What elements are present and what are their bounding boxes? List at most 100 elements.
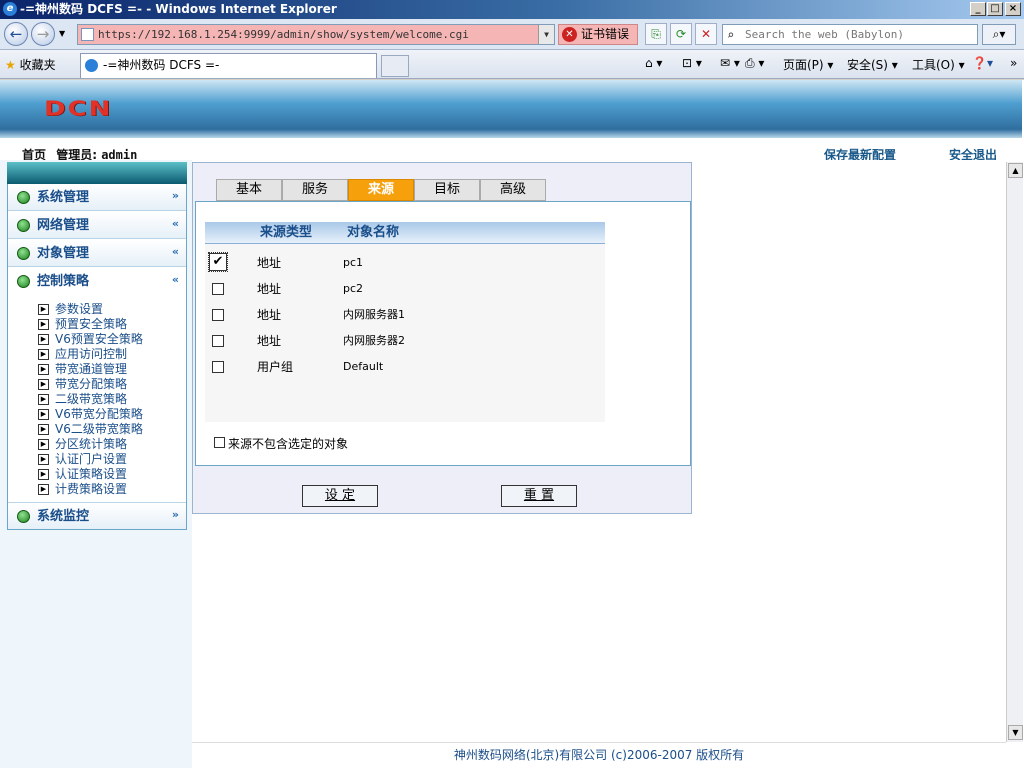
- info-bar: 首页 管理员: admin 保存最新配置 安全退出: [0, 138, 1022, 162]
- exclude-checkbox[interactable]: [214, 437, 225, 448]
- mail-icon[interactable]: ✉ ▾: [720, 56, 740, 70]
- tab-basic[interactable]: 基本: [216, 179, 282, 201]
- search-icon: ⌕: [727, 28, 735, 42]
- sidebar-group-label: 系统管理: [37, 190, 90, 205]
- favorites-button[interactable]: ★ 收藏夹: [5, 56, 56, 73]
- sidebar-group-network[interactable]: 网络管理 «: [8, 212, 186, 239]
- sidebar-item[interactable]: ▶ V6二级带宽策略: [38, 422, 143, 437]
- back-button[interactable]: ←: [4, 22, 28, 46]
- browser-tab[interactable]: -=神州数码 DCFS =-: [80, 53, 377, 78]
- sidebar-item[interactable]: ▶ 带宽通道管理: [38, 362, 127, 377]
- sidebar-item[interactable]: ▶ 二级带宽策略: [38, 392, 127, 407]
- header-banner: DCN: [0, 80, 1022, 138]
- chevron-right-icon[interactable]: »: [1010, 56, 1017, 70]
- home-icon[interactable]: ⌂ ▾: [645, 56, 662, 70]
- row-type: 地址: [257, 334, 282, 348]
- table-row: 地址 pc2: [205, 276, 605, 302]
- close-window-button[interactable]: ×: [1005, 2, 1021, 16]
- web-page: DCN 首页 管理员: admin 保存最新配置 安全退出 系统管理 » 网络管…: [0, 80, 1024, 768]
- sidebar-item[interactable]: ▶ 认证策略设置: [38, 467, 127, 482]
- tab-destination[interactable]: 目标: [414, 179, 480, 201]
- chevron-up-icon: «: [171, 273, 179, 286]
- help-icon[interactable]: ❓▾: [972, 56, 993, 70]
- sidebar-item[interactable]: ▶ 参数设置: [38, 302, 103, 317]
- arrow-right-icon: ▶: [38, 334, 49, 345]
- sidebar-item[interactable]: ▶ 计费策略设置: [38, 482, 127, 497]
- chevron-up-icon: «: [171, 245, 179, 258]
- tab-service[interactable]: 服务: [282, 179, 348, 201]
- tab-body: 来源类型 对象名称 ✔ 地址 pc1 地址 pc2 地址 内网服务器1 地址 内…: [195, 201, 691, 466]
- feeds-icon[interactable]: ⊡ ▾: [682, 56, 702, 70]
- col-object-name: 对象名称: [347, 225, 400, 240]
- arrow-right-icon: ▶: [38, 454, 49, 465]
- sidebar-group-object[interactable]: 对象管理 «: [8, 240, 186, 267]
- row-checkbox[interactable]: [212, 283, 224, 295]
- address-input[interactable]: https://192.168.1.254:9999/admin/show/sy…: [77, 24, 555, 45]
- sidebar-item[interactable]: ▶ 应用访问控制: [38, 347, 127, 362]
- stop-icon[interactable]: ✕: [695, 23, 717, 45]
- table-row: 地址 内网服务器2: [205, 328, 605, 354]
- vertical-scrollbar[interactable]: ▲ ▼: [1006, 162, 1023, 742]
- search-go-button[interactable]: ⌕▾: [982, 24, 1016, 45]
- sidebar-item[interactable]: ▶ 带宽分配策略: [38, 377, 127, 392]
- sidebar-item[interactable]: ▶ V6带宽分配策略: [38, 407, 143, 422]
- minimize-button[interactable]: _: [970, 2, 986, 16]
- set-button[interactable]: 设 定: [302, 485, 378, 507]
- safety-menu[interactable]: 安全(S) ▾: [847, 56, 898, 73]
- menu-top-bar: [7, 162, 187, 184]
- row-checkbox[interactable]: [212, 309, 224, 321]
- left-frame: 系统管理 » 网络管理 « 对象管理 « 控制策略 « ▶ 参数设置 ▶ 预置安全策…: [0, 160, 192, 768]
- exclude-label: 来源不包含选定的对象: [228, 437, 349, 451]
- sidebar-group-monitor[interactable]: 系统监控 »: [8, 502, 186, 529]
- history-dropdown-icon[interactable]: ▼: [59, 29, 65, 38]
- cert-error-icon: ✕: [562, 27, 577, 42]
- row-name: 内网服务器1: [343, 308, 405, 321]
- search-placeholder: Search the web (Babylon): [745, 28, 904, 41]
- sidebar-item[interactable]: ▶ 认证门户设置: [38, 452, 127, 467]
- search-input[interactable]: ⌕ Search the web (Babylon): [722, 24, 978, 45]
- sidebar-item[interactable]: ▶ 预置安全策略: [38, 317, 127, 332]
- favorites-label: 收藏夹: [19, 58, 56, 72]
- sidebar-item[interactable]: ▶ V6预置安全策略: [38, 332, 143, 347]
- table-row: ✔ 地址 pc1: [205, 250, 605, 276]
- arrow-right-icon: ▶: [38, 304, 49, 315]
- forward-button[interactable]: →: [31, 22, 55, 46]
- compat-view-icon[interactable]: ⎘: [645, 23, 667, 45]
- scroll-down-icon[interactable]: ▼: [1008, 725, 1023, 740]
- maximize-button[interactable]: □: [987, 2, 1003, 16]
- print-icon[interactable]: ⎙ ▾: [745, 56, 764, 71]
- sidebar-group-label: 对象管理: [37, 246, 90, 261]
- tab-advanced[interactable]: 高级: [480, 179, 546, 201]
- chevron-up-icon: «: [171, 217, 179, 230]
- reset-button[interactable]: 重 置: [501, 485, 577, 507]
- page-menu[interactable]: 页面(P) ▾: [783, 56, 833, 73]
- new-tab-button[interactable]: [381, 55, 409, 77]
- arrow-right-icon: ▶: [38, 484, 49, 495]
- tools-menu[interactable]: 工具(O) ▾: [912, 56, 965, 73]
- arrow-right-icon: ▶: [38, 424, 49, 435]
- row-name: pc2: [343, 282, 364, 295]
- sidebar-group-label: 网络管理: [37, 218, 90, 233]
- window-title: -=神州数码 DCFS =- - Windows Internet Explor…: [20, 2, 337, 16]
- address-dropdown-icon[interactable]: ▼: [538, 25, 554, 44]
- window-title-bar: e -=神州数码 DCFS =- - Windows Internet Expl…: [0, 0, 1024, 19]
- refresh-icon[interactable]: ⟳: [670, 23, 692, 45]
- row-type: 地址: [257, 308, 282, 322]
- row-checkbox[interactable]: [212, 335, 224, 347]
- tab-source[interactable]: 来源: [348, 179, 414, 201]
- row-checkbox[interactable]: ✔: [208, 252, 228, 272]
- tab-title: -=神州数码 DCFS =-: [103, 58, 220, 72]
- cert-error-button[interactable]: ✕ 证书错误: [558, 24, 638, 45]
- star-icon: ★: [5, 58, 16, 72]
- scroll-up-icon[interactable]: ▲: [1008, 163, 1023, 178]
- sidebar-group-system[interactable]: 系统管理 »: [8, 184, 186, 211]
- group-bullet-icon: [17, 219, 30, 232]
- arrow-right-icon: ▶: [38, 439, 49, 450]
- arrow-right-icon: ▶: [38, 409, 49, 420]
- exclude-option[interactable]: 来源不包含选定的对象: [214, 435, 348, 452]
- group-bullet-icon: [17, 247, 30, 260]
- row-checkbox[interactable]: [212, 361, 224, 373]
- table-row: 用户组 Default: [205, 354, 605, 380]
- sidebar-group-policy[interactable]: 控制策略 «: [8, 268, 186, 295]
- sidebar-item[interactable]: ▶ 分区统计策略: [38, 437, 127, 452]
